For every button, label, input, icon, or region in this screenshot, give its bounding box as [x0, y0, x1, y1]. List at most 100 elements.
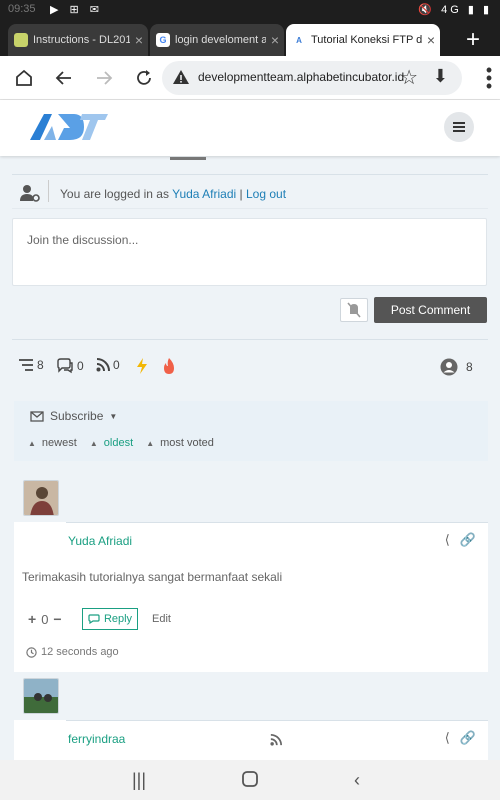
- comment-author[interactable]: Yuda Afriadi: [68, 534, 132, 548]
- edit-link[interactable]: Edit: [152, 613, 171, 625]
- comment-header-divider: [66, 522, 488, 523]
- upvote-icon[interactable]: +: [28, 611, 36, 627]
- subscribe-label: Subscribe: [50, 409, 104, 423]
- sort-options: ▲ newest ▲ oldest ▲ most voted: [28, 437, 218, 449]
- caret-down-icon: ▼: [109, 411, 118, 421]
- partial-element: [170, 156, 206, 160]
- menu-button[interactable]: [444, 112, 474, 142]
- vote-count: 0: [41, 611, 49, 627]
- adt-favicon-icon: A: [292, 33, 306, 47]
- user-circle-icon: [440, 358, 458, 376]
- login-prefix: You are logged in as: [60, 187, 169, 201]
- comment-item: ferryindraa ⟨ 🔗: [14, 720, 488, 760]
- sort-arrow-icon: ▲: [146, 439, 155, 448]
- status-bar: 09:35 ▶ ⊞ ✉ 🔇 4G ▮ ▮: [0, 0, 500, 22]
- tab-tutorial[interactable]: A Tutorial Koneksi FTP de ×: [286, 24, 440, 56]
- avatar[interactable]: [23, 480, 59, 516]
- android-nav-bar: ||| ‹: [0, 760, 500, 800]
- comment-item: Yuda Afriadi ⟨ 🔗 Terimakasih tutorialnya…: [14, 522, 488, 672]
- subscribe-dropdown[interactable]: Subscribe ▼: [30, 409, 117, 423]
- share-icon[interactable]: ⟨: [445, 730, 450, 746]
- bell-off-icon: [347, 302, 361, 318]
- status-time: 09:35: [8, 3, 36, 15]
- more-menu-icon[interactable]: • • •: [484, 61, 494, 95]
- downvote-icon[interactable]: −: [53, 611, 61, 627]
- trending-stat[interactable]: [162, 358, 176, 374]
- replies-icon: [57, 358, 73, 374]
- username-link[interactable]: Yuda Afriadi: [172, 187, 236, 201]
- home-icon[interactable]: [10, 64, 38, 92]
- reload-icon[interactable]: [130, 64, 158, 92]
- page-content: You are logged in as Yuda Afriadi | Log …: [0, 156, 500, 760]
- status-right: 🔇 4G ▮ ▮: [418, 4, 492, 16]
- mute-notifications-button[interactable]: [340, 298, 368, 322]
- google-icon: G: [156, 33, 170, 47]
- avatar[interactable]: [23, 678, 59, 714]
- comment-actions: ⟨ 🔗: [445, 532, 476, 548]
- subscribe-panel: Subscribe ▼ ▲ newest ▲ oldest ▲ most voted: [14, 401, 488, 461]
- close-tab-icon[interactable]: ×: [130, 32, 148, 48]
- participants-stat: 8: [440, 358, 473, 376]
- site-header: [0, 100, 500, 156]
- reply-label: Reply: [103, 613, 133, 625]
- time-text: 12 seconds ago: [41, 646, 119, 658]
- back-icon[interactable]: [50, 64, 78, 92]
- browser-toolbar: developmentteam.alphabetincubator.id ☆ ⬇…: [0, 56, 500, 100]
- rss-icon: [270, 734, 282, 746]
- url-text: developmentteam.alphabetincubator.id: [198, 70, 405, 84]
- sort-arrow-icon: ▲: [28, 439, 36, 448]
- lightning-icon[interactable]: [136, 358, 148, 374]
- tab-instructions[interactable]: Instructions - DL2018 ×: [8, 24, 148, 56]
- reply-icon: [88, 614, 100, 624]
- followers-count: 0: [113, 358, 120, 372]
- close-tab-icon[interactable]: ×: [266, 32, 284, 48]
- replies-stat: 0: [56, 358, 84, 374]
- logout-link[interactable]: Log out: [246, 187, 286, 201]
- rss-stat: 0: [96, 358, 120, 372]
- tab-google-search[interactable]: G login develoment alphab ×: [150, 24, 284, 56]
- comment-actions: ⟨ 🔗: [445, 730, 476, 746]
- recent-apps-icon[interactable]: |||: [132, 770, 146, 791]
- notification-icons: ▶ ⊞ ✉: [50, 4, 104, 16]
- participants-count: 8: [466, 360, 473, 374]
- network-label: 4G: [441, 4, 462, 16]
- divider: [12, 208, 488, 209]
- sort-arrow-icon: ▲: [89, 439, 98, 448]
- bookmark-star-icon[interactable]: ☆: [400, 65, 418, 90]
- comment-author[interactable]: ferryindraa: [68, 732, 125, 746]
- address-bar[interactable]: developmentteam.alphabetincubator.id ☆ ⬇: [162, 61, 462, 95]
- home-button-icon[interactable]: [242, 770, 258, 792]
- close-tab-icon[interactable]: ×: [422, 32, 440, 48]
- threads-stat: 8: [18, 358, 44, 372]
- link-icon[interactable]: 🔗: [460, 730, 476, 746]
- sort-newest[interactable]: newest: [42, 437, 77, 449]
- comment-time: 12 seconds ago: [26, 646, 119, 658]
- envelope-icon: [30, 410, 44, 422]
- new-tab-icon[interactable]: +: [466, 26, 480, 54]
- comment-text: Terimakasih tutorialnya sangat bermanfaa…: [22, 570, 283, 584]
- link-icon[interactable]: 🔗: [460, 532, 476, 548]
- sort-oldest[interactable]: oldest: [104, 437, 133, 449]
- hot-stat[interactable]: [136, 358, 148, 374]
- reply-button[interactable]: Reply: [82, 608, 138, 630]
- sort-most-voted[interactable]: most voted: [160, 437, 214, 449]
- threads-count: 8: [37, 358, 44, 372]
- replies-count: 0: [77, 359, 84, 373]
- tab-title: Tutorial Koneksi FTP de: [311, 34, 422, 46]
- share-icon[interactable]: ⟨: [445, 532, 450, 548]
- rss-icon[interactable]: [96, 358, 110, 372]
- separator: [48, 180, 49, 202]
- divider: [12, 174, 488, 175]
- not-secure-warning-icon[interactable]: [172, 68, 190, 86]
- user-settings-icon: [20, 185, 40, 202]
- site-logo[interactable]: [30, 108, 110, 144]
- post-comment-button[interactable]: Post Comment: [374, 297, 487, 323]
- comment-input[interactable]: Join the discussion...: [12, 218, 487, 286]
- tab-title: Instructions - DL2018: [33, 34, 130, 46]
- threads-icon: [19, 359, 33, 371]
- download-icon[interactable]: ⬇: [433, 66, 448, 87]
- back-button-icon[interactable]: ‹: [354, 770, 360, 791]
- divider: [12, 339, 488, 340]
- fire-icon[interactable]: [162, 358, 176, 374]
- forward-icon[interactable]: [90, 64, 118, 92]
